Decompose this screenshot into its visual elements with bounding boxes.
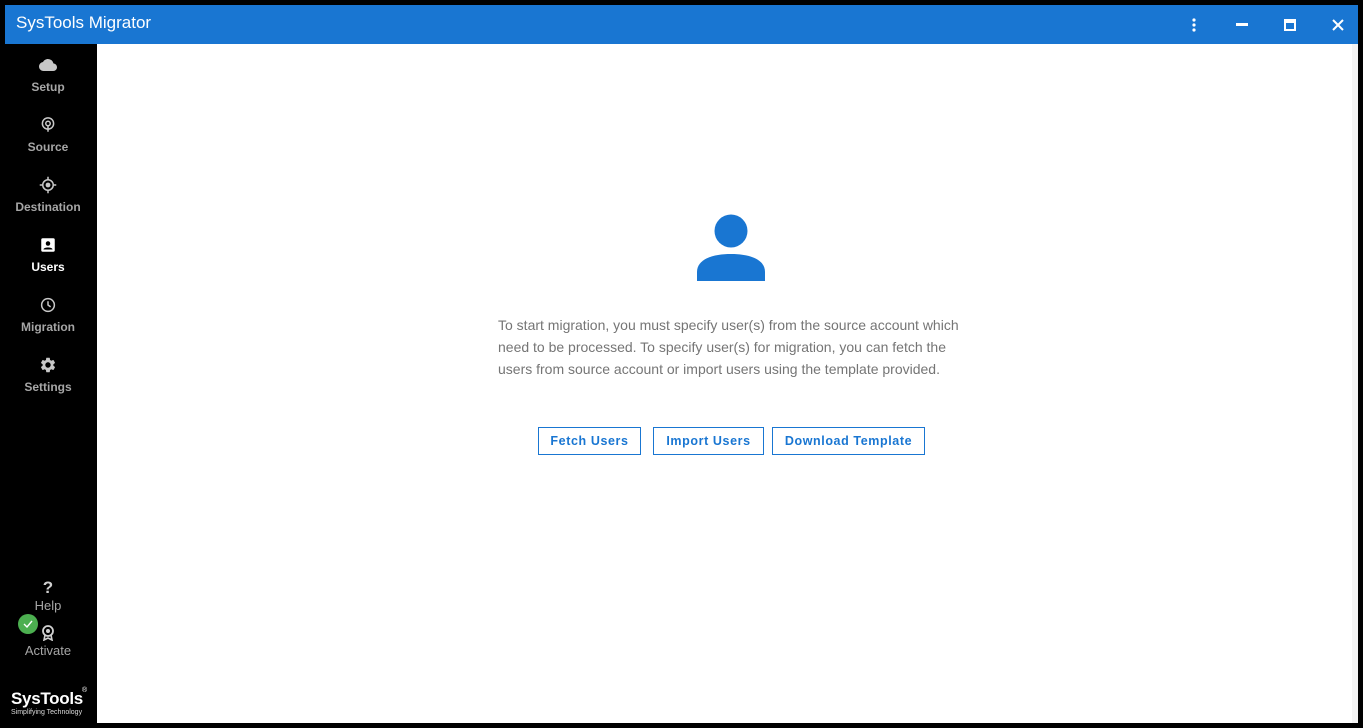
activate-label: Activate [24, 643, 72, 658]
cloud-icon [39, 59, 57, 71]
badge-icon [42, 625, 54, 641]
help-icon: ? [42, 578, 54, 597]
sidebar-item-label: Users [31, 260, 65, 274]
close-button[interactable] [1314, 5, 1362, 44]
minimize-button[interactable] [1218, 5, 1266, 44]
scrollbar-track[interactable] [1352, 44, 1358, 723]
source-icon [41, 117, 55, 132]
more-options-button[interactable] [1170, 5, 1218, 44]
window-title: SysTools Migrator [16, 13, 152, 32]
sidebar-item-label: Setup [31, 80, 65, 94]
instructions-text: To start migration, you must specify use… [498, 317, 959, 377]
history-icon [40, 297, 56, 313]
help-button[interactable]: ? Help [5, 578, 91, 614]
user-icon [697, 214, 765, 281]
sidebar-item-setup[interactable]: Setup [5, 50, 91, 106]
sidebar-item-users[interactable]: Users [5, 230, 91, 286]
title-bar: SysTools Migrator [5, 5, 1358, 44]
account-box-icon [41, 238, 55, 252]
brand-logo: SysTools ® Simplifying Technology [5, 685, 97, 723]
more-vert-icon [1192, 17, 1196, 32]
close-icon [1332, 18, 1344, 31]
import-users-button[interactable]: Import Users [653, 427, 764, 455]
sidebar: Setup Source Destination Users Migration… [5, 44, 97, 723]
sidebar-item-destination[interactable]: Destination [5, 170, 91, 226]
main-content: To start migration, you must specify use… [97, 44, 1358, 723]
sidebar-item-label: Source [27, 140, 69, 154]
sidebar-item-settings[interactable]: Settings [5, 350, 91, 406]
fetch-users-button[interactable]: Fetch Users [538, 427, 641, 455]
target-icon [39, 176, 57, 194]
app-window: SysTools Migrator Setup Source Destinati… [5, 5, 1358, 723]
brand-name: SysTools [11, 689, 83, 708]
activate-button[interactable]: Activate [5, 625, 91, 658]
brand-tagline: Simplifying Technology [11, 709, 83, 716]
maximize-button[interactable] [1266, 5, 1314, 44]
maximize-icon [1284, 18, 1296, 31]
sidebar-item-label: Settings [24, 380, 72, 394]
minimize-icon [1236, 22, 1248, 26]
sidebar-item-label: Migration [21, 320, 75, 334]
help-label: Help [34, 598, 62, 613]
brand-registered-mark: ® [82, 687, 88, 694]
download-template-button[interactable]: Download Template [772, 427, 925, 455]
gear-icon [40, 357, 56, 373]
sidebar-item-migration[interactable]: Migration [5, 290, 91, 346]
sidebar-item-source[interactable]: Source [5, 110, 91, 166]
sidebar-item-label: Destination [15, 200, 81, 214]
